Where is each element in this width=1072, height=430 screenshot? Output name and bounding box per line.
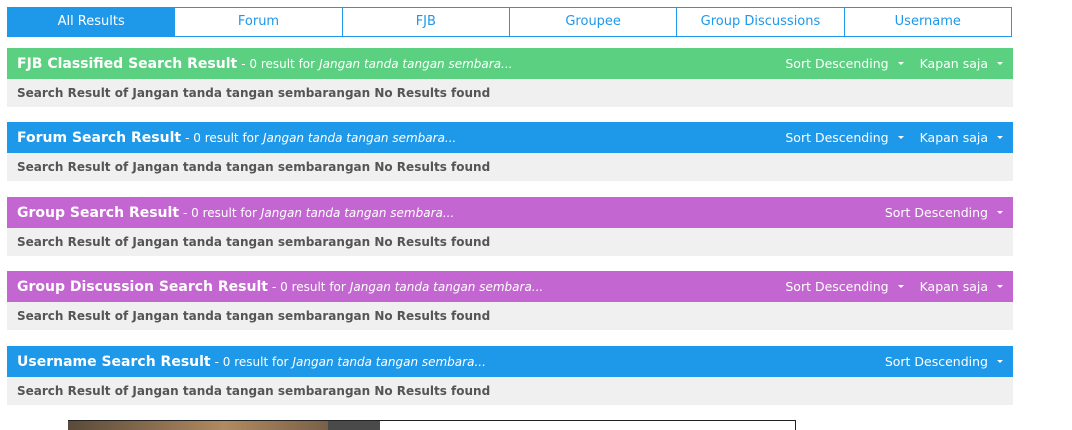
tab-fjb[interactable]: FJB [341, 8, 509, 36]
sort-dropdown-label: Sort Descending [785, 130, 889, 145]
thumbnail-image[interactable] [328, 421, 380, 430]
sort-dropdown[interactable]: Sort Descending [785, 56, 904, 71]
time-filter-label: Kapan saja [919, 56, 988, 71]
result-count: - 0 result for Jangan tanda tangan sembar… [215, 355, 486, 369]
tab-forum[interactable]: Forum [174, 8, 342, 36]
result-count: - 0 result for Jangan tanda tangan sembar… [185, 131, 456, 145]
section-controls: Sort Descending [869, 205, 1003, 220]
result-count-text: - 0 result for [271, 279, 346, 294]
sort-dropdown[interactable]: Sort Descending [885, 205, 1003, 220]
no-results-message: Search Result of Jangan tanda tangan sem… [7, 302, 1013, 330]
time-filter-dropdown[interactable]: Kapan saja [920, 56, 1003, 71]
no-results-message: Search Result of Jangan tanda tangan sem… [7, 79, 1013, 107]
username-results-section: Username Search Result - 0 result for Jan… [7, 346, 1013, 405]
result-count-text: - 0 result for [241, 56, 316, 71]
section-header: Username Search Result - 0 result for Jan… [7, 346, 1013, 377]
banner-area [380, 421, 796, 430]
section-title: Forum Search Result [17, 129, 182, 146]
section-header: Group Search Result - 0 result for Jangan… [7, 197, 1013, 228]
time-filter-dropdown[interactable]: Kapan saja [920, 279, 1003, 294]
result-count: - 0 result for Jangan tanda tangan sembar… [183, 206, 454, 220]
sort-dropdown[interactable]: Sort Descending [785, 279, 904, 294]
caret-down-icon [997, 62, 1003, 65]
caret-down-icon [997, 285, 1003, 288]
result-count-text: - 0 result for [183, 205, 257, 220]
group-discussion-results-section: Group Discussion Search Result - 0 resul… [7, 271, 1013, 330]
no-results-message: Search Result of Jangan tanda tangan sem… [7, 228, 1013, 256]
fjb-classified-results-section: FJB Classified Search Result - 0 result … [7, 48, 1013, 107]
section-controls: Sort Descending [869, 354, 1003, 369]
group-results-section: Group Search Result - 0 result for Jangan… [7, 197, 1013, 256]
caret-down-icon [897, 136, 904, 139]
tab-group-discussions[interactable]: Group Discussions [676, 8, 844, 36]
time-filter-dropdown[interactable]: Kapan saja [920, 130, 1003, 145]
search-query: Jangan tanda tangan sembara... [349, 279, 544, 294]
tab-groupee[interactable]: Groupee [508, 8, 677, 36]
no-results-message: Search Result of Jangan tanda tangan sem… [7, 377, 1013, 405]
forum-results-section: Forum Search Result - 0 result for Jangan… [7, 122, 1013, 181]
sort-dropdown-label: Sort Descending [785, 279, 889, 294]
thumbnail-image[interactable] [68, 421, 328, 430]
sort-dropdown[interactable]: Sort Descending [885, 354, 1003, 369]
sort-dropdown-label: Sort Descending [884, 354, 988, 369]
section-controls: Sort Descending Kapan saja [769, 279, 1003, 294]
result-type-tabs: All Results Forum FJB Groupee Group Disc… [7, 7, 1012, 37]
sort-dropdown-label: Sort Descending [884, 205, 988, 220]
no-results-message: Search Result of Jangan tanda tangan sem… [7, 153, 1013, 181]
caret-down-icon [997, 360, 1003, 363]
caret-down-icon [997, 136, 1003, 139]
sort-dropdown-label: Sort Descending [785, 56, 889, 71]
caret-down-icon [897, 62, 904, 65]
result-count: - 0 result for Jangan tanda tangan sembar… [272, 280, 543, 294]
search-query: Jangan tanda tangan sembara... [319, 56, 513, 71]
search-query: Jangan tanda tangan sembara... [260, 205, 455, 220]
section-header: Forum Search Result - 0 result for Jangan… [7, 122, 1013, 153]
tab-username[interactable]: Username [843, 8, 1011, 36]
section-title: Group Discussion Search Result [17, 278, 268, 295]
section-header: Group Discussion Search Result - 0 resul… [7, 271, 1013, 302]
result-count-text: - 0 result for [185, 130, 259, 145]
bottom-media-strip [68, 420, 796, 430]
section-title: Username Search Result [17, 353, 211, 370]
section-title: FJB Classified Search Result [17, 55, 238, 72]
section-title: Group Search Result [17, 204, 180, 221]
tab-all-results[interactable]: All Results [8, 8, 175, 36]
caret-down-icon [897, 285, 904, 288]
sort-dropdown[interactable]: Sort Descending [785, 130, 904, 145]
time-filter-label: Kapan saja [919, 130, 988, 145]
caret-down-icon [997, 211, 1003, 214]
result-count: - 0 result for Jangan tanda tangan sembar… [241, 57, 512, 71]
time-filter-label: Kapan saja [919, 279, 988, 294]
result-count-text: - 0 result for [214, 354, 289, 369]
section-header: FJB Classified Search Result - 0 result … [7, 48, 1013, 79]
search-query: Jangan tanda tangan sembara... [292, 354, 486, 369]
search-query: Jangan tanda tangan sembara... [262, 130, 457, 145]
section-controls: Sort Descending Kapan saja [769, 56, 1003, 71]
section-controls: Sort Descending Kapan saja [769, 130, 1003, 145]
